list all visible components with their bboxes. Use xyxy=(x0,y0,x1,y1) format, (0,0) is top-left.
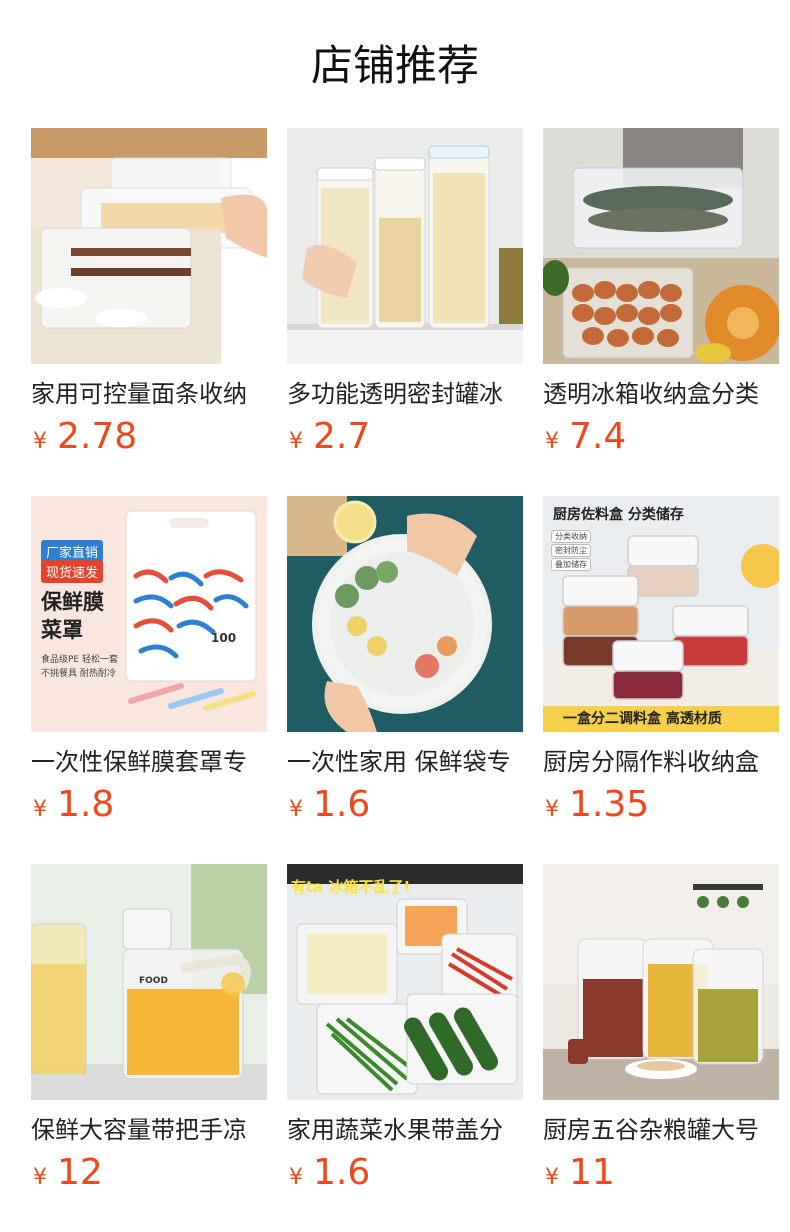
price-value: 1.6 xyxy=(313,1152,371,1193)
currency-symbol: ¥ xyxy=(545,1165,559,1190)
product-title[interactable]: 透明冰箱收纳盒分类 xyxy=(543,378,779,410)
product-image[interactable]: 厨房佐料盒 分类储存 分类收纳 密封防尘 叠加储存 一盒分二调料盒 高透材质 xyxy=(543,496,779,732)
jug-label: FOOD xyxy=(139,976,168,986)
spice-footer: 一盒分二调料盒 高透材质 xyxy=(563,711,722,727)
product-image[interactable] xyxy=(287,496,523,732)
product-card[interactable]: FOOD 保鲜大容量带把手凉 ¥12 xyxy=(31,864,267,1204)
product-price: ¥12 xyxy=(31,1152,103,1194)
page-title: 店铺推荐 xyxy=(310,41,479,90)
product-image[interactable] xyxy=(543,128,779,364)
currency-symbol: ¥ xyxy=(33,1165,47,1190)
spice-tag-1: 分类收纳 xyxy=(551,530,591,543)
product-title[interactable]: 家用可控量面条收纳 xyxy=(31,378,267,410)
spice-heading: 厨房佐料盒 分类储存 xyxy=(553,507,684,523)
product-card[interactable]: 多功能透明密封罐冰 ¥2.7 xyxy=(287,128,523,468)
product-title[interactable]: 家用蔬菜水果带盖分 xyxy=(287,1114,523,1146)
product-card[interactable]: 厨房五谷杂粮罐大号 ¥11 xyxy=(543,864,779,1204)
product-image[interactable] xyxy=(31,128,267,364)
product-price: ¥11 xyxy=(543,1152,615,1194)
pack-count: 100 xyxy=(211,631,237,645)
price-value: 11 xyxy=(569,1152,615,1193)
product-image[interactable]: FOOD xyxy=(31,864,267,1100)
currency-symbol: ¥ xyxy=(33,429,47,454)
product-price: ¥1.6 xyxy=(287,784,370,826)
currency-symbol: ¥ xyxy=(33,797,47,822)
product-price: ¥1.35 xyxy=(543,784,649,826)
price-value: 2.78 xyxy=(57,416,138,457)
currency-symbol: ¥ xyxy=(545,429,559,454)
product-card[interactable]: 透明冰箱收纳盒分类 ¥7.4 xyxy=(543,128,779,468)
badge-in-stock: 现货速发 xyxy=(41,560,104,583)
product-image[interactable] xyxy=(543,864,779,1100)
fridge-banner: 有ta 冰箱不乱了! xyxy=(291,878,411,896)
product-price: ¥7.4 xyxy=(543,416,626,458)
product-card[interactable]: 一次性家用 保鲜袋专 ¥1.6 xyxy=(287,496,523,836)
product-card[interactable]: 厂家直销 现货速发 保鲜膜 菜罩 食品级PE 轻松一套 不挑餐具 耐热耐冷 10… xyxy=(31,496,267,836)
currency-symbol: ¥ xyxy=(289,797,303,822)
product-title[interactable]: 厨房分隔作料收纳盒 xyxy=(543,746,779,778)
wrap-note-line2: 不挑餐具 耐热耐冷 xyxy=(41,669,116,679)
product-price: ¥1.6 xyxy=(287,1152,370,1194)
currency-symbol: ¥ xyxy=(289,1165,303,1190)
product-title[interactable]: 多功能透明密封罐冰 xyxy=(287,378,523,410)
product-card[interactable]: 家用可控量面条收纳 ¥2.78 xyxy=(31,128,267,468)
product-price: ¥2.78 xyxy=(31,416,137,458)
product-title[interactable]: 厨房五谷杂粮罐大号 xyxy=(543,1114,779,1146)
price-value: 1.35 xyxy=(569,784,650,825)
wrap-note-line1: 食品级PE 轻松一套 xyxy=(41,655,118,665)
product-price: ¥2.7 xyxy=(287,416,370,458)
price-value: 2.7 xyxy=(313,416,371,457)
wrap-title-line1: 保鲜膜 xyxy=(41,590,104,614)
wrap-title-line2: 菜罩 xyxy=(41,618,83,642)
price-value: 12 xyxy=(57,1152,103,1193)
price-value: 1.6 xyxy=(313,784,371,825)
product-card[interactable]: 厨房佐料盒 分类储存 分类收纳 密封防尘 叠加储存 一盒分二调料盒 高透材质 厨… xyxy=(543,496,779,836)
product-image[interactable]: 厂家直销 现货速发 保鲜膜 菜罩 食品级PE 轻松一套 不挑餐具 耐热耐冷 10… xyxy=(31,496,267,732)
product-title[interactable]: 一次性保鲜膜套罩专 xyxy=(31,746,267,778)
price-value: 7.4 xyxy=(569,416,627,457)
product-image[interactable]: 有ta 冰箱不乱了! xyxy=(287,864,523,1100)
product-card[interactable]: 有ta 冰箱不乱了! 家用蔬菜水果带盖分 ¥1.6 xyxy=(287,864,523,1204)
product-price: ¥1.8 xyxy=(31,784,114,826)
currency-symbol: ¥ xyxy=(545,797,559,822)
spice-tag-2: 密封防尘 xyxy=(551,544,591,557)
price-value: 1.8 xyxy=(57,784,115,825)
product-title[interactable]: 一次性家用 保鲜袋专 xyxy=(287,746,523,778)
product-title[interactable]: 保鲜大容量带把手凉 xyxy=(31,1114,267,1146)
product-image[interactable] xyxy=(287,128,523,364)
currency-symbol: ¥ xyxy=(289,429,303,454)
spice-tag-3: 叠加储存 xyxy=(551,558,591,571)
